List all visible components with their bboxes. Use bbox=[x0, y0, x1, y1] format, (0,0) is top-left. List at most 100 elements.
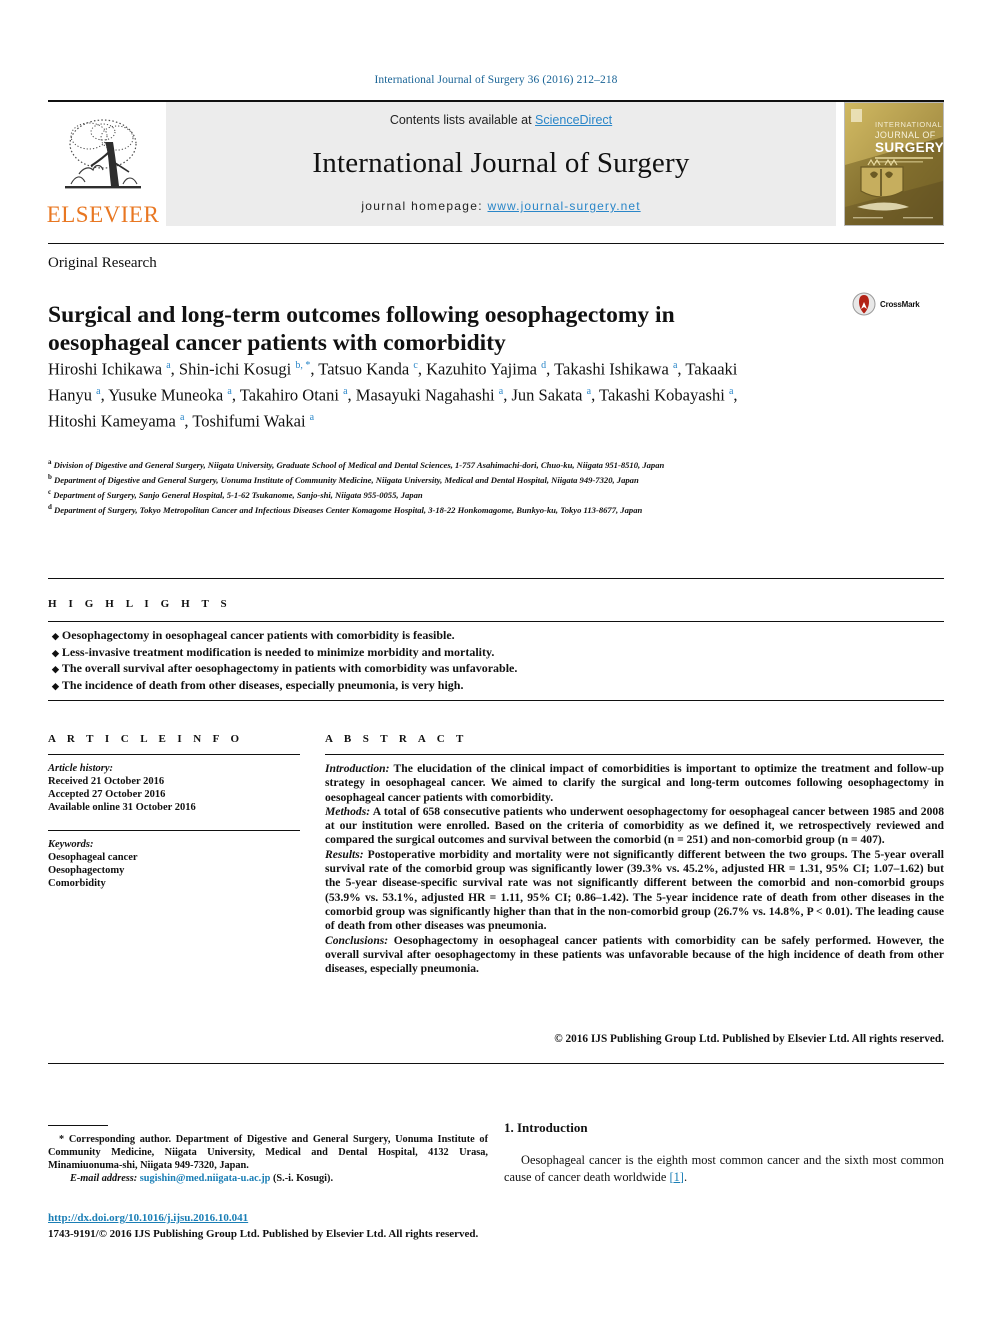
corresponding-author-text: * Corresponding author. Department of Di… bbox=[48, 1133, 488, 1172]
homepage-url-link[interactable]: www.journal-surgery.net bbox=[488, 199, 641, 213]
elsevier-tree-icon bbox=[65, 119, 141, 189]
crossmark-label: CrossMark bbox=[880, 299, 920, 309]
bullet-icon: ◆ bbox=[52, 631, 59, 641]
affiliation-list: a Division of Digestive and General Surg… bbox=[48, 457, 928, 517]
bullet-icon: ◆ bbox=[52, 664, 59, 675]
affiliation-text: Department of Surgery, Sanjo General Hos… bbox=[51, 489, 423, 500]
crossmark-icon bbox=[852, 292, 876, 316]
svg-text:JOURNAL OF: JOURNAL OF bbox=[875, 130, 936, 140]
bullet-icon: ◆ bbox=[52, 680, 59, 691]
affiliation-text: Department of Digestive and General Surg… bbox=[51, 474, 639, 485]
email-suffix: (S.-i. Kosugi). bbox=[270, 1173, 334, 1184]
article-history-item: Accepted 27 October 2016 bbox=[48, 789, 166, 800]
article-info-rule bbox=[48, 754, 300, 755]
keywords-rule bbox=[48, 830, 300, 831]
abstract-section-text: A total of 658 consecutive patients who … bbox=[325, 804, 944, 847]
highlights-bottom-rule bbox=[48, 700, 944, 701]
affiliation-item: d Department of Surgery, Tokyo Metropoli… bbox=[48, 502, 928, 516]
reference-link-1[interactable]: [1] bbox=[669, 1170, 683, 1184]
svg-text:SURGERY: SURGERY bbox=[875, 140, 943, 155]
abstract-section: Introduction: The elucidation of the cli… bbox=[325, 762, 944, 805]
abstract-section: Results: Postoperative morbidity and mor… bbox=[325, 848, 944, 934]
email-label: E-mail address: bbox=[70, 1173, 138, 1184]
introduction-text-end: . bbox=[683, 1169, 688, 1184]
article-history-label: Article history: bbox=[48, 763, 114, 774]
sciencedirect-link[interactable]: ScienceDirect bbox=[535, 113, 612, 127]
crossmark-badge[interactable]: CrossMark bbox=[852, 292, 920, 316]
keywords-items: Oesophageal cancer Oesophagectomy Comorbid… bbox=[48, 851, 300, 890]
keyword-item: Oesophageal cancer bbox=[48, 852, 138, 863]
author-list: Hiroshi Ichikawa a, Shin-ichi Kosugi b, … bbox=[48, 359, 738, 431]
keyword-item: Oesophagectomy bbox=[48, 865, 125, 876]
svg-text:INTERNATIONAL: INTERNATIONAL bbox=[875, 120, 942, 129]
asterisk-marker: * bbox=[59, 1134, 65, 1145]
introduction-paragraph: Oesophageal cancer is the eighth most co… bbox=[504, 1152, 944, 1185]
issn-copyright-line: 1743-9191/© 2016 IJS Publishing Group Lt… bbox=[48, 1228, 479, 1240]
highlight-text: The incidence of death from other diseas… bbox=[61, 677, 464, 692]
email-line: E-mail address: sugishin@med.niigata-u.a… bbox=[48, 1172, 488, 1185]
article-type: Original Research bbox=[48, 255, 157, 271]
highlight-item: ◆ Less-invasive treatment modification is… bbox=[52, 645, 752, 661]
homepage-label: journal homepage: bbox=[361, 199, 483, 213]
article-info-heading: A R T I C L E I N F O bbox=[48, 733, 244, 745]
highlight-item: ◆ Oesophagectomy in oesophageal cancer pa… bbox=[52, 628, 752, 644]
keywords-block: Keywords: Oesophageal cancer Oesophagecto… bbox=[48, 838, 300, 890]
footnote-rule bbox=[48, 1125, 108, 1126]
abstract-rule bbox=[325, 754, 944, 755]
highlights-list: ◆ Oesophagectomy in oesophageal cancer pa… bbox=[52, 628, 752, 694]
page-title: Surgical and long-term outcomes followin… bbox=[48, 301, 675, 356]
paper-page: International Journal of Surgery 36 (201… bbox=[0, 0, 992, 1323]
keywords-label: Keywords: bbox=[48, 839, 94, 850]
abstract-bottom-rule bbox=[48, 1063, 944, 1064]
running-head: International Journal of Surgery 36 (201… bbox=[374, 74, 618, 86]
highlight-item: ◆ The incidence of death from other disea… bbox=[52, 678, 752, 694]
affiliation-item: c Department of Surgery, Sanjo General H… bbox=[48, 487, 928, 501]
highlights-mid-rule bbox=[48, 621, 944, 622]
abstract-copyright: © 2016 IJS Publishing Group Ltd. Publish… bbox=[554, 1033, 944, 1045]
article-history-item: Received 21 October 2016 bbox=[48, 776, 165, 787]
highlight-text: The overall survival after oesophagectom… bbox=[61, 661, 518, 676]
journal-title: International Journal of Surgery bbox=[312, 146, 690, 179]
affiliation-text: Division of Digestive and General Surger… bbox=[51, 459, 665, 470]
abstract-section-label: Results: bbox=[325, 847, 364, 861]
keyword-item: Comorbidity bbox=[48, 878, 106, 889]
doi-link[interactable]: http://dx.doi.org/10.1016/j.ijsu.2016.10… bbox=[48, 1212, 248, 1224]
corresponding-author-address: Corresponding author. Department of Dige… bbox=[48, 1134, 488, 1171]
abstract-body: Introduction: The elucidation of the cli… bbox=[325, 762, 944, 976]
article-head-rule bbox=[48, 243, 944, 244]
abstract-section: Conclusions: Oesophagectomy in oesophage… bbox=[325, 934, 944, 977]
abstract-heading: A B S T R A C T bbox=[325, 733, 468, 745]
abstract-section-label: Conclusions: bbox=[325, 933, 389, 947]
abstract-section-text: Postoperative morbidity and mortality we… bbox=[325, 847, 944, 933]
bullet-icon: ◆ bbox=[52, 647, 59, 658]
elsevier-logo: ELSEVIER bbox=[46, 102, 160, 227]
corresponding-author-note: * Corresponding author. Department of Di… bbox=[48, 1133, 488, 1185]
journal-homepage-line: journal homepage: www.journal-surgery.ne… bbox=[361, 199, 640, 213]
journal-cover-thumbnail: INTERNATIONAL JOURNAL OF SURGERY bbox=[844, 102, 944, 226]
introduction-text: Oesophageal cancer is the eighth most co… bbox=[504, 1153, 944, 1184]
affiliation-item: b Department of Digestive and General Su… bbox=[48, 472, 928, 486]
affiliation-item: a Division of Digestive and General Surg… bbox=[48, 457, 928, 471]
abstract-section-text: The elucidation of the clinical impact o… bbox=[325, 762, 944, 804]
article-history-item: Available online 31 October 2016 bbox=[48, 802, 196, 813]
abstract-section-label: Methods: bbox=[325, 804, 371, 818]
highlights-top-rule bbox=[48, 578, 944, 579]
masthead-center: Contents lists available at ScienceDirec… bbox=[166, 102, 836, 226]
journal-cover-art: INTERNATIONAL JOURNAL OF SURGERY bbox=[845, 103, 943, 225]
article-history-block: Article history: Received 21 October 201… bbox=[48, 762, 300, 814]
abstract-section-label: Introduction: bbox=[325, 762, 390, 775]
abstract-section-text: Oesophagectomy in oesophageal cancer pat… bbox=[325, 933, 944, 976]
journal-masthead: ELSEVIER Contents lists available at Sci… bbox=[46, 100, 944, 227]
article-history-items: Received 21 October 2016 Accepted 27 Octo… bbox=[48, 775, 300, 814]
contents-prefix: Contents lists available at bbox=[389, 113, 536, 127]
email-link[interactable]: sugishin@med.niigata-u.ac.jp bbox=[140, 1173, 271, 1184]
highlights-heading: H I G H L I G H T S bbox=[48, 598, 232, 610]
abstract-section: Methods: A total of 658 consecutive pati… bbox=[325, 805, 944, 848]
contents-available-line: Contents lists available at ScienceDirec… bbox=[390, 113, 612, 127]
introduction-heading: 1. Introduction bbox=[504, 1120, 588, 1135]
elsevier-wordmark: ELSEVIER bbox=[46, 202, 160, 227]
highlight-text: Oesophagectomy in oesophageal cancer pat… bbox=[61, 628, 455, 642]
highlight-item: ◆ The overall survival after oesophagecto… bbox=[52, 661, 752, 677]
affiliation-text: Department of Surgery, Tokyo Metropolita… bbox=[51, 504, 643, 515]
highlight-text: Less-invasive treatment modification is … bbox=[61, 644, 495, 659]
